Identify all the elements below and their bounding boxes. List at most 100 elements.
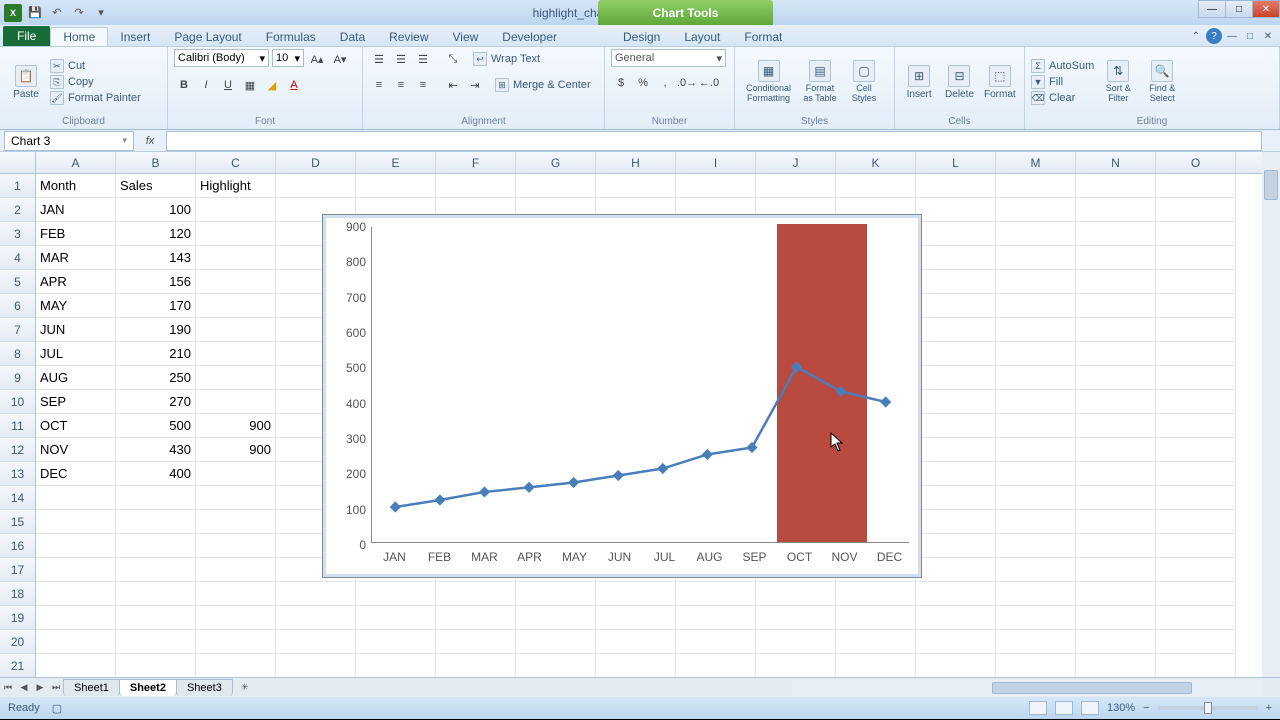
tab-format[interactable]: Format: [732, 28, 794, 46]
column-header[interactable]: A: [36, 152, 116, 173]
data-marker[interactable]: [479, 486, 490, 497]
cell[interactable]: [1156, 222, 1236, 246]
cell[interactable]: [1076, 438, 1156, 462]
fill-color-button[interactable]: ◢: [262, 75, 282, 95]
cell[interactable]: 170: [116, 294, 196, 318]
cell[interactable]: [916, 630, 996, 654]
cell[interactable]: [196, 630, 276, 654]
cell[interactable]: [1156, 270, 1236, 294]
cell[interactable]: [516, 630, 596, 654]
cell[interactable]: [916, 318, 996, 342]
cell[interactable]: [756, 606, 836, 630]
cell[interactable]: [996, 366, 1076, 390]
mdi-close-icon[interactable]: ✕: [1260, 28, 1276, 44]
zoom-level[interactable]: 130%: [1107, 702, 1135, 714]
cell[interactable]: NOV: [36, 438, 116, 462]
fx-icon[interactable]: fx: [140, 135, 160, 147]
cell[interactable]: [1076, 582, 1156, 606]
cell[interactable]: [916, 342, 996, 366]
cell[interactable]: [916, 366, 996, 390]
align-center-icon[interactable]: ≡: [391, 75, 411, 95]
cell[interactable]: 156: [116, 270, 196, 294]
cell[interactable]: [196, 270, 276, 294]
select-all-button[interactable]: [0, 152, 36, 173]
cell[interactable]: [596, 654, 676, 677]
cell[interactable]: [676, 654, 756, 677]
cell[interactable]: [116, 582, 196, 606]
sheet-tab-sheet1[interactable]: Sheet1: [63, 679, 120, 696]
align-right-icon[interactable]: ≡: [413, 75, 433, 95]
cell[interactable]: [1156, 558, 1236, 582]
cell[interactable]: [196, 318, 276, 342]
align-left-icon[interactable]: ≡: [369, 75, 389, 95]
column-header[interactable]: H: [596, 152, 676, 173]
cell[interactable]: [916, 246, 996, 270]
cell[interactable]: OCT: [36, 414, 116, 438]
first-sheet-button[interactable]: ⏮: [0, 680, 16, 696]
cell[interactable]: [916, 174, 996, 198]
cell[interactable]: JUN: [36, 318, 116, 342]
mdi-restore-icon[interactable]: □: [1242, 28, 1258, 44]
cell[interactable]: [196, 582, 276, 606]
cell[interactable]: JUL: [36, 342, 116, 366]
cell[interactable]: [1156, 390, 1236, 414]
row-header[interactable]: 8: [0, 342, 36, 366]
font-size-select[interactable]: 10▾: [272, 49, 304, 67]
macro-record-icon[interactable]: ▢: [52, 702, 62, 715]
cell[interactable]: [36, 486, 116, 510]
column-header[interactable]: D: [276, 152, 356, 173]
page-break-view-button[interactable]: [1081, 701, 1099, 715]
cell[interactable]: [1156, 582, 1236, 606]
cell[interactable]: [996, 246, 1076, 270]
font-color-button[interactable]: A: [284, 75, 304, 95]
cell[interactable]: [916, 438, 996, 462]
next-sheet-button[interactable]: ▶: [32, 680, 48, 696]
cell[interactable]: 120: [116, 222, 196, 246]
data-marker[interactable]: [657, 463, 668, 474]
cell[interactable]: [676, 174, 756, 198]
cell[interactable]: [996, 342, 1076, 366]
tab-view[interactable]: View: [441, 28, 491, 46]
cell[interactable]: [196, 342, 276, 366]
cell[interactable]: [436, 654, 516, 677]
tab-page-layout[interactable]: Page Layout: [162, 28, 253, 46]
minimize-button[interactable]: —: [1198, 0, 1226, 18]
cell[interactable]: [276, 606, 356, 630]
border-button[interactable]: ▦: [240, 75, 260, 95]
redo-icon[interactable]: ↷: [70, 4, 88, 22]
cell[interactable]: [996, 174, 1076, 198]
increase-indent-icon[interactable]: ⇥: [465, 75, 485, 95]
autosum-button[interactable]: ΣAutoSum: [1031, 59, 1094, 73]
row-header[interactable]: 16: [0, 534, 36, 558]
cell[interactable]: [916, 582, 996, 606]
copy-button[interactable]: ⎘Copy: [50, 75, 141, 89]
sheet-tab-sheet2[interactable]: Sheet2: [119, 679, 177, 696]
cell[interactable]: [1076, 654, 1156, 677]
cell[interactable]: [596, 606, 676, 630]
cell[interactable]: [196, 534, 276, 558]
tab-review[interactable]: Review: [377, 28, 440, 46]
percent-icon[interactable]: %: [633, 73, 653, 93]
data-marker[interactable]: [880, 396, 891, 407]
currency-icon[interactable]: $: [611, 73, 631, 93]
cell[interactable]: [1076, 318, 1156, 342]
cell[interactable]: [1076, 486, 1156, 510]
row-header[interactable]: 14: [0, 486, 36, 510]
cell[interactable]: [1076, 558, 1156, 582]
data-marker[interactable]: [613, 470, 624, 481]
delete-cells-button[interactable]: ⊟Delete: [941, 63, 977, 102]
comma-icon[interactable]: ,: [655, 73, 675, 93]
data-marker[interactable]: [434, 494, 445, 505]
cell[interactable]: [596, 630, 676, 654]
row-header[interactable]: 5: [0, 270, 36, 294]
cell[interactable]: [1076, 534, 1156, 558]
cell[interactable]: [1156, 174, 1236, 198]
cell[interactable]: 900: [196, 414, 276, 438]
cell[interactable]: [836, 630, 916, 654]
tab-home[interactable]: Home: [50, 27, 108, 46]
find-select-button[interactable]: 🔍Find & Select: [1142, 58, 1182, 106]
cell[interactable]: [1156, 438, 1236, 462]
maximize-button[interactable]: □: [1225, 0, 1253, 18]
cell[interactable]: [436, 174, 516, 198]
tab-insert[interactable]: Insert: [108, 28, 162, 46]
